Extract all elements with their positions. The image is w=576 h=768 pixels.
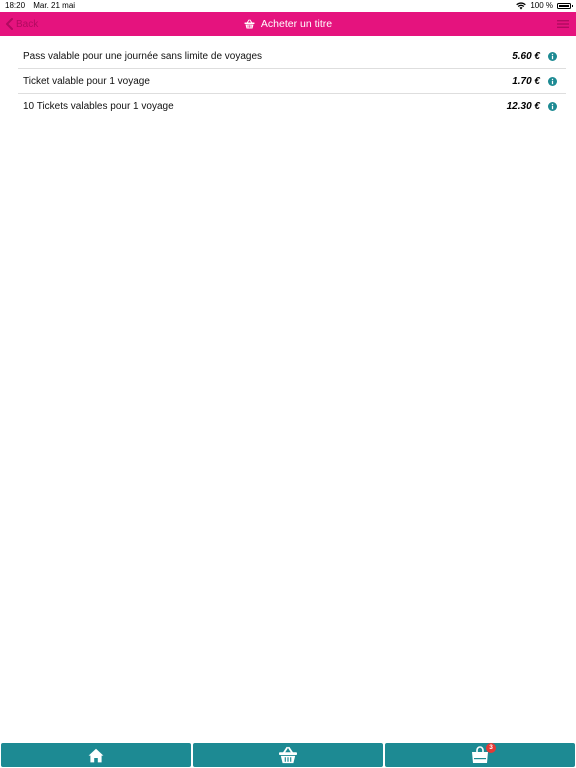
ticket-price: 12.30 € <box>506 101 540 112</box>
list-item[interactable]: 10 Tickets valables pour 1 voyage 12.30 … <box>18 94 566 119</box>
ticket-price: 5.60 € <box>512 51 540 62</box>
ticket-label: Ticket valable pour 1 voyage <box>23 76 150 87</box>
info-icon[interactable] <box>548 77 557 86</box>
page-title-text: Acheter un titre <box>260 18 333 30</box>
cart-count-badge: 3 <box>486 743 496 753</box>
hamburger-menu-icon[interactable] <box>556 17 570 31</box>
status-date: Mar. 21 mai <box>33 1 76 10</box>
battery-icon <box>557 3 573 9</box>
bottom-tab-bar: 3 <box>0 741 576 768</box>
info-icon[interactable] <box>548 52 557 61</box>
ticket-label: 10 Tickets valables pour 1 voyage <box>23 101 174 112</box>
status-time: 18:20 <box>5 1 26 10</box>
list-item[interactable]: Ticket valable pour 1 voyage 1.70 € <box>18 69 566 94</box>
home-icon <box>88 748 104 762</box>
ticket-list: Pass valable pour une journée sans limit… <box>18 44 566 119</box>
status-bar: 18:20 Mar. 21 mai 100 % <box>0 0 576 12</box>
wifi-icon <box>516 2 527 10</box>
list-item[interactable]: Pass valable pour une journée sans limit… <box>18 44 566 69</box>
basket-icon <box>279 746 297 764</box>
page-title: Acheter un titre <box>0 12 576 36</box>
battery-percent: 100 % <box>530 1 553 10</box>
tab-orders[interactable]: 3 <box>385 743 575 767</box>
tab-home[interactable] <box>1 743 191 767</box>
ticket-label: Pass valable pour une journée sans limit… <box>23 51 263 62</box>
info-icon[interactable] <box>548 102 557 111</box>
basket-icon <box>244 19 255 29</box>
tab-basket[interactable] <box>193 743 383 767</box>
header-bar: Back Acheter un titre <box>0 12 576 36</box>
ticket-price: 1.70 € <box>512 76 540 87</box>
